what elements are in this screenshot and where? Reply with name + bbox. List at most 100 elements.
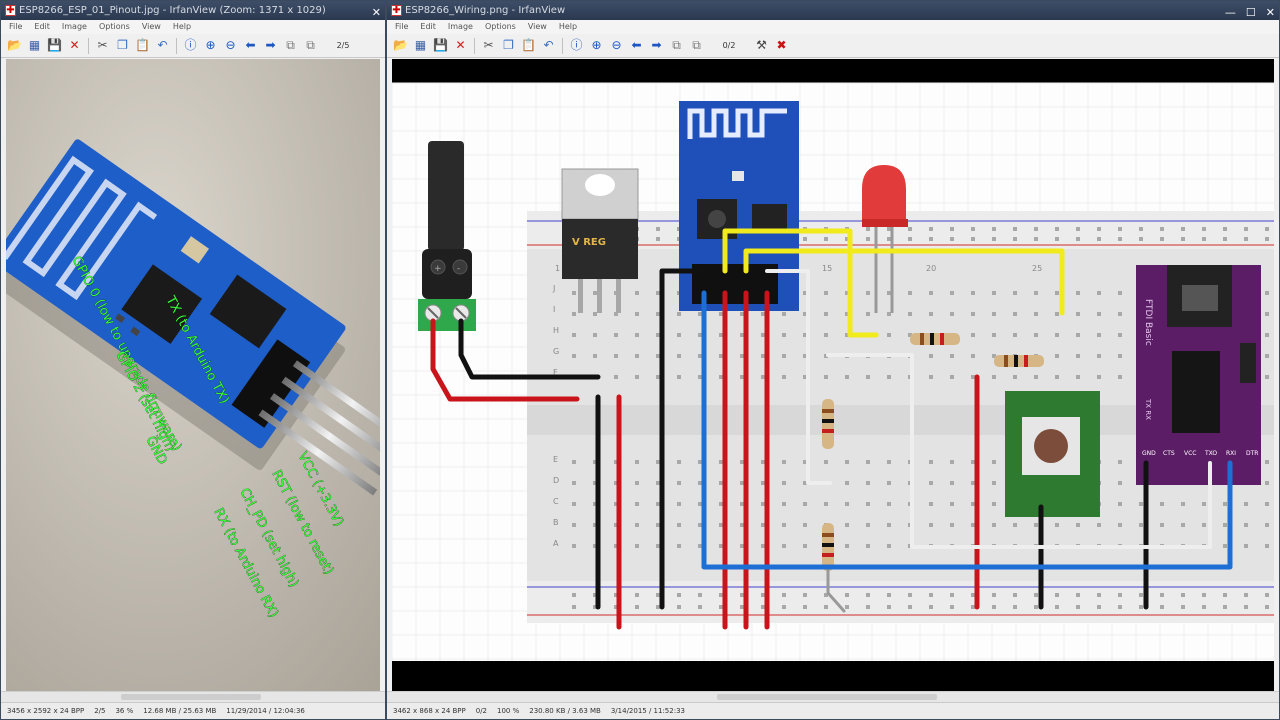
zoom-in-icon[interactable]: ⊕ xyxy=(587,36,606,55)
esp-photo-view: GPIO 0 (low to upgrade firmware) TX (to … xyxy=(6,59,380,691)
row-letter-d: D xyxy=(553,476,559,485)
resistor-r1 xyxy=(910,333,960,345)
jack-minus-symbol: - xyxy=(457,264,460,274)
paste-icon[interactable]: 📋 xyxy=(519,36,538,55)
first-icon[interactable]: ⧉ xyxy=(667,36,686,55)
app-icon: ✚ xyxy=(391,5,402,16)
prev-icon[interactable]: ⬅ xyxy=(241,36,260,55)
row-letter-i: I xyxy=(553,305,555,314)
left-title-bar[interactable]: ✚ ESP8266_ESP_01_Pinout.jpg - IrfanView … xyxy=(1,1,385,20)
right-horizontal-scrollbar[interactable] xyxy=(387,691,1279,702)
cut-icon[interactable]: ✂ xyxy=(479,36,498,55)
row-letter-e: E xyxy=(553,455,558,464)
esp8266-photo: GPIO 0 (low to upgrade firmware) TX (to … xyxy=(6,59,380,691)
zoom-in-icon[interactable]: ⊕ xyxy=(201,36,220,55)
status-page: 2/5 xyxy=(94,707,106,715)
right-viewer-window: ✚ ESP8266_Wiring.png - IrfanView — ☐ ✕ F… xyxy=(386,0,1280,720)
save-icon[interactable]: 💾 xyxy=(431,36,450,55)
ftdi-pin-txo: TXO xyxy=(1204,450,1217,457)
left-status-bar: 3456 x 2592 x 24 BPP 2/5 36 % 12.68 MB /… xyxy=(1,702,385,719)
status-zoom: 100 % xyxy=(497,707,520,715)
toolbar-separator xyxy=(176,37,177,54)
status-page: 0/2 xyxy=(475,707,488,715)
delete-icon[interactable]: ✕ xyxy=(451,36,470,55)
right-toolbar: 📂 ▦ 💾 ✕ ✂ ❐ 📋 ↶ ⓘ ⊕ ⊖ ⬅ ➡ ⧉ ⧉ 0/2 ⚒ ✖ xyxy=(387,34,1279,58)
info-icon[interactable]: ⓘ xyxy=(181,36,200,55)
ftdi-basic-board: FTDI Basic TX RX GND CTS VCC TXO RXI DTR xyxy=(1136,265,1261,485)
status-size: 12.68 MB / 25.63 MB xyxy=(143,707,217,715)
toolbar-separator xyxy=(562,37,563,54)
exit-icon[interactable]: ✖ xyxy=(772,36,791,55)
open-icon[interactable]: 📂 xyxy=(5,36,24,55)
delete-icon[interactable]: ✕ xyxy=(65,36,84,55)
next-icon[interactable]: ➡ xyxy=(647,36,666,55)
toolbar-separator xyxy=(88,37,89,54)
regulator-label: V REG xyxy=(572,237,606,248)
right-status-bar: 3462 x 868 x 24 BPP 0/2 100 % 230.80 KB … xyxy=(387,702,1279,719)
left-viewer-window: ✚ ESP8266_ESP_01_Pinout.jpg - IrfanView … xyxy=(0,0,386,720)
next-icon[interactable]: ➡ xyxy=(261,36,280,55)
status-dimensions: 3462 x 868 x 24 BPP xyxy=(393,707,466,715)
maximize-icon[interactable]: ☐ xyxy=(1246,3,1256,20)
resistor-r4 xyxy=(822,523,834,571)
copy-icon[interactable]: ❐ xyxy=(113,36,132,55)
last-icon[interactable]: ⧉ xyxy=(687,36,706,55)
menu-image[interactable]: Image xyxy=(448,20,473,34)
close-icon[interactable]: ✕ xyxy=(372,3,381,20)
last-icon[interactable]: ⧉ xyxy=(301,36,320,55)
resistor-r2 xyxy=(994,355,1044,367)
left-menu-bar: File Edit Image Options View Help xyxy=(1,20,385,34)
menu-image[interactable]: Image xyxy=(62,20,87,34)
ftdi-pin-gnd: GND xyxy=(1142,450,1156,457)
close-icon[interactable]: ✕ xyxy=(1266,3,1275,20)
zoom-out-icon[interactable]: ⊖ xyxy=(607,36,626,55)
scroll-thumb[interactable] xyxy=(717,694,937,700)
right-title-bar[interactable]: ✚ ESP8266_Wiring.png - IrfanView — ☐ ✕ xyxy=(387,1,1279,20)
row-letter-c: C xyxy=(553,497,559,506)
row-letter-g: G xyxy=(553,347,559,356)
save-icon[interactable]: 💾 xyxy=(45,36,64,55)
copy-icon[interactable]: ❐ xyxy=(499,36,518,55)
undo-icon[interactable]: ↶ xyxy=(153,36,172,55)
minimize-icon[interactable]: — xyxy=(1225,3,1236,20)
resistor-r3 xyxy=(822,399,834,449)
cut-icon[interactable]: ✂ xyxy=(93,36,112,55)
paste-icon[interactable]: 📋 xyxy=(133,36,152,55)
ftdi-pin-cts: CTS xyxy=(1163,450,1175,457)
thumbnails-icon[interactable]: ▦ xyxy=(25,36,44,55)
status-size: 230.80 KB / 3.63 MB xyxy=(529,707,601,715)
first-icon[interactable]: ⧉ xyxy=(281,36,300,55)
zoom-out-icon[interactable]: ⊖ xyxy=(221,36,240,55)
left-horizontal-scrollbar[interactable] xyxy=(1,691,385,702)
menu-help[interactable]: Help xyxy=(173,20,191,34)
column-number-20: 20 xyxy=(926,264,936,273)
wiring-diagram-view: J I H G F E D C B A 1 5 10 15 20 25 30 xyxy=(392,59,1274,691)
menu-file[interactable]: File xyxy=(9,20,22,34)
menu-edit[interactable]: Edit xyxy=(420,20,436,34)
right-menu-bar: File Edit Image Options View Help xyxy=(387,20,1279,34)
settings-icon[interactable]: ⚒ xyxy=(752,36,771,55)
undo-icon[interactable]: ↶ xyxy=(539,36,558,55)
ftdi-pin-vcc: VCC xyxy=(1184,450,1196,457)
info-icon[interactable]: ⓘ xyxy=(567,36,586,55)
thumbnails-icon[interactable]: ▦ xyxy=(411,36,430,55)
menu-options[interactable]: Options xyxy=(99,20,130,34)
push-button xyxy=(1005,391,1100,517)
menu-file[interactable]: File xyxy=(395,20,408,34)
menu-edit[interactable]: Edit xyxy=(34,20,50,34)
open-icon[interactable]: 📂 xyxy=(391,36,410,55)
ftdi-pin-dtr: DTR xyxy=(1246,450,1258,457)
page-indicator: 2/5 xyxy=(336,41,350,50)
menu-options[interactable]: Options xyxy=(485,20,516,34)
prev-icon[interactable]: ⬅ xyxy=(627,36,646,55)
menu-view[interactable]: View xyxy=(528,20,547,34)
toolbar-separator xyxy=(474,37,475,54)
page-indicator: 0/2 xyxy=(722,41,736,50)
menu-view[interactable]: View xyxy=(142,20,161,34)
scroll-thumb[interactable] xyxy=(121,694,261,700)
column-number-25: 25 xyxy=(1032,264,1042,273)
menu-help[interactable]: Help xyxy=(559,20,577,34)
ftdi-leds-label: TX RX xyxy=(1144,398,1152,420)
status-date: 11/29/2014 / 12:04:36 xyxy=(226,707,305,715)
left-window-title: ESP8266_ESP_01_Pinout.jpg - IrfanView (Z… xyxy=(19,5,326,16)
